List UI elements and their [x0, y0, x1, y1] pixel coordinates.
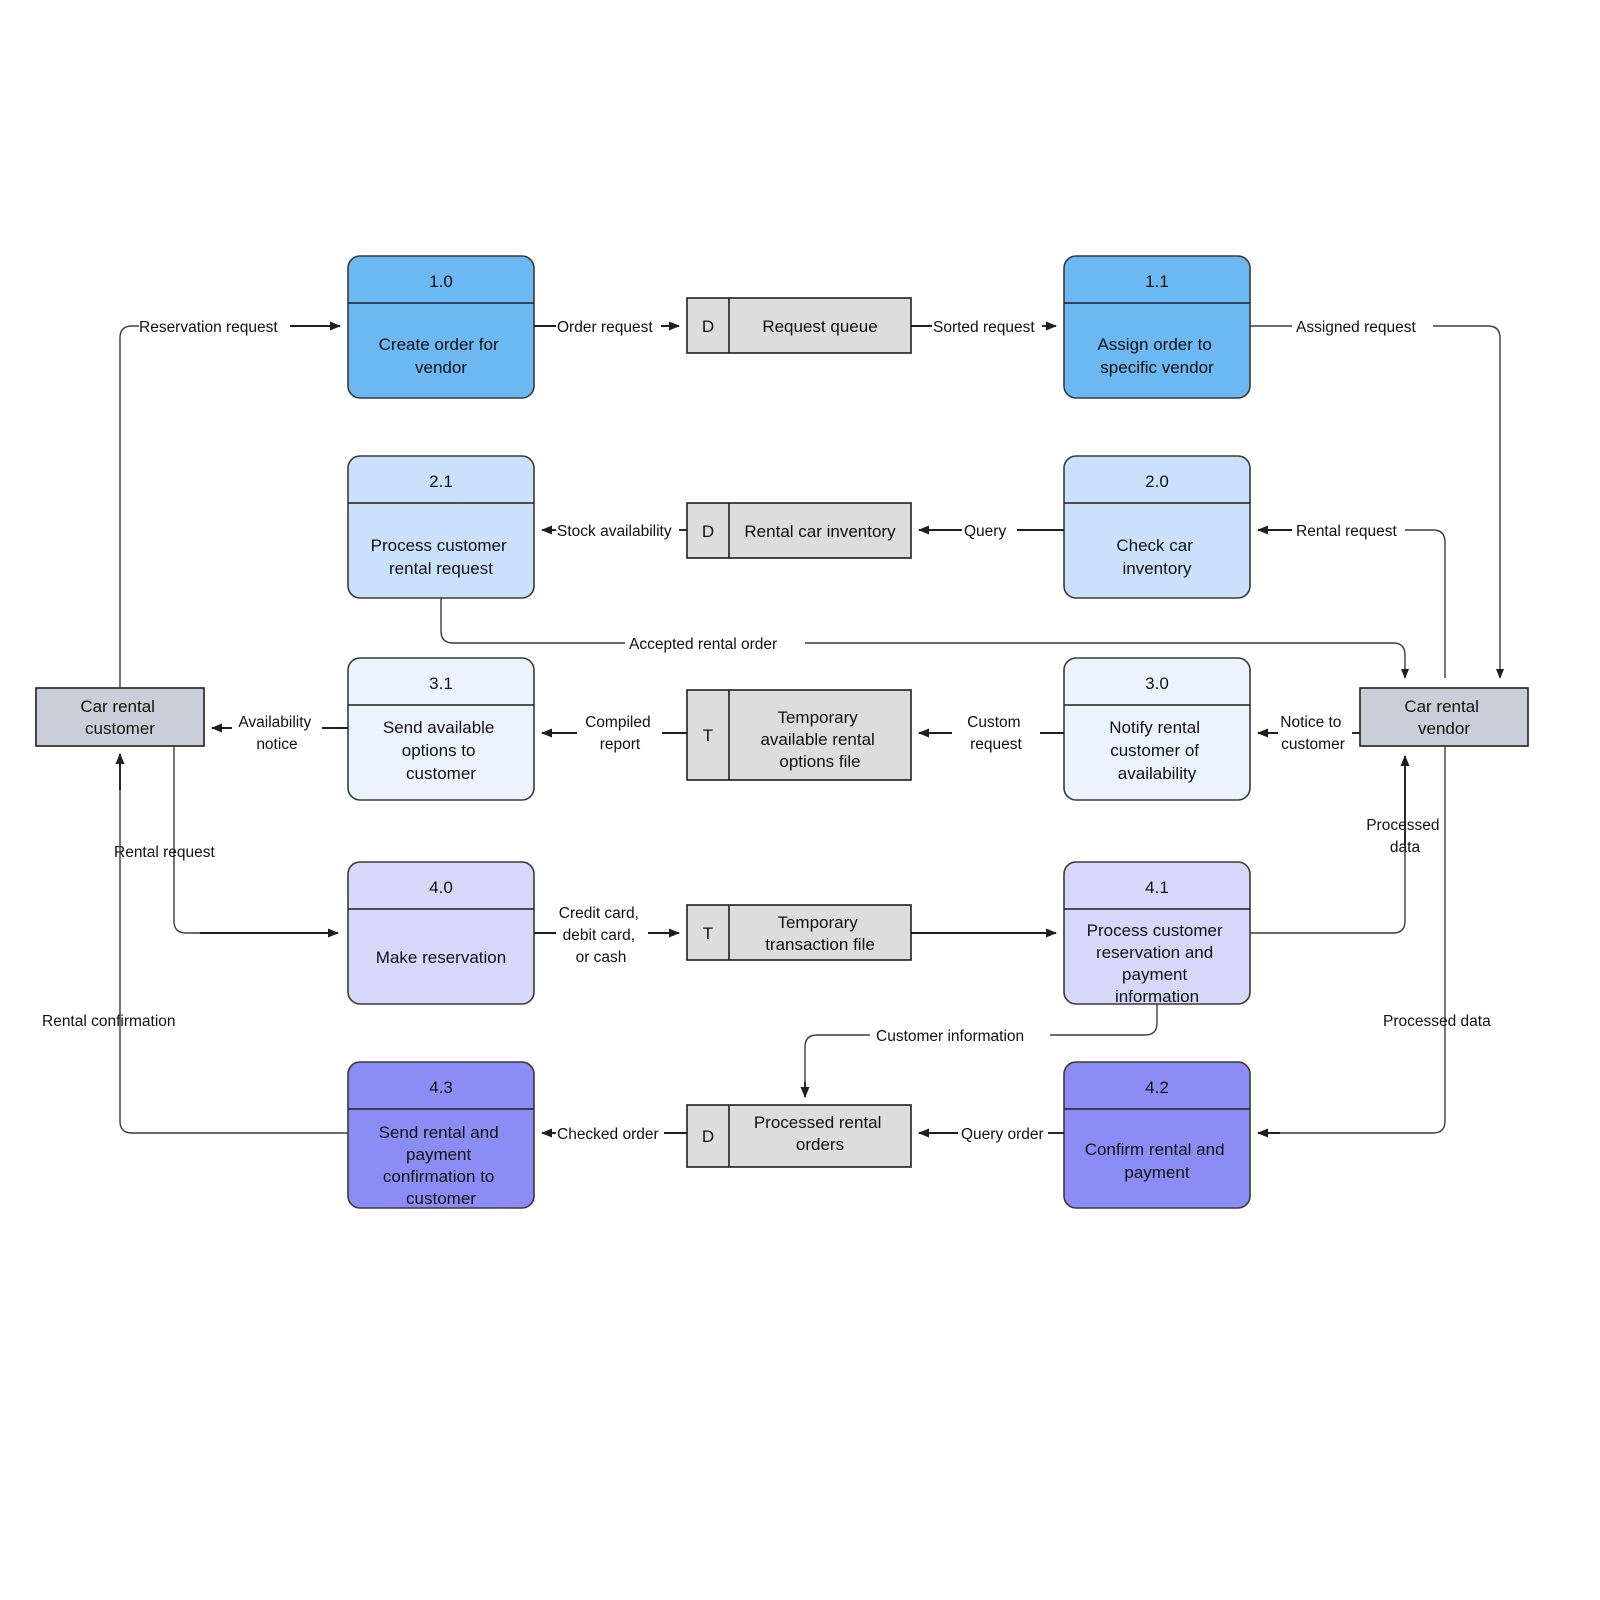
flow-rental-request-customer: Rental request [114, 746, 339, 938]
flow-label: Availability notice [238, 714, 315, 753]
flow-sorted-request: Sorted request [911, 319, 1057, 336]
process-1-0[interactable]: 1.0 Create order for vendor [347, 255, 535, 399]
process-4-0-label: Make reservation [376, 948, 506, 967]
flow-label: Custom request [967, 714, 1025, 753]
process-2-0-number: 2.0 [1145, 472, 1169, 491]
process-3-0[interactable]: 3.0 Notify rental customer of availabili… [1063, 657, 1251, 801]
process-2-1[interactable]: 2.1 Process customer rental request [347, 455, 535, 599]
flow-label: Processed data [1383, 1013, 1491, 1030]
flow-label: Assigned request [1296, 319, 1416, 336]
process-1-0-number: 1.0 [429, 272, 453, 291]
data-store-code: D [702, 317, 714, 336]
flow-processed-data-up: Processed data [1250, 755, 1439, 934]
data-store-temp-available-rental-options-file[interactable]: T Temporary available rental options fil… [686, 689, 912, 781]
dfd-svg: 1.0 Create order for vendor 1.1 Assign o… [35, 255, 1529, 1209]
external-entity-car-rental-customer[interactable]: Car rental customer [35, 687, 205, 747]
flow-notice-to-customer: Notice to customer [1257, 714, 1360, 753]
process-4-3-number: 4.3 [429, 1078, 453, 1097]
flow-custom-request: Custom request [918, 714, 1064, 753]
flow-label: Sorted request [933, 319, 1035, 336]
flow-query-order: Query order [918, 1126, 1064, 1143]
flow-label: Order request [557, 319, 653, 336]
flow-processed-data-down: Processed data [1257, 746, 1491, 1138]
flow-label: Checked order [557, 1126, 659, 1143]
flow-label: Reservation request [139, 319, 278, 336]
flow-label: Notice to customer [1280, 714, 1345, 753]
data-store-request-queue[interactable]: D Request queue [686, 297, 912, 354]
flow-label: Query order [961, 1126, 1044, 1143]
flow-rental-request-vendor: Rental request [1257, 523, 1446, 678]
flow-label: Stock availability [557, 523, 672, 540]
data-store-code: D [702, 1127, 714, 1146]
flow-label: Rental request [1296, 523, 1398, 540]
flow-label: Rental confirmation [42, 1013, 176, 1030]
flow-label: Accepted rental order [629, 636, 777, 653]
data-store-code: D [702, 522, 714, 541]
data-store-temp-transaction-file[interactable]: T Temporary transaction file [686, 904, 912, 961]
process-4-2[interactable]: 4.2 Confirm rental and payment [1063, 1061, 1251, 1209]
process-1-1-number: 1.1 [1145, 272, 1169, 291]
data-store-code: T [703, 924, 713, 943]
process-2-1-number: 2.1 [429, 472, 453, 491]
process-4-3[interactable]: 4.3 Send rental and payment confirmation… [347, 1061, 535, 1209]
flow-stock-availability: Stock availability [541, 523, 687, 540]
process-1-1[interactable]: 1.1 Assign order to specific vendor [1063, 255, 1251, 399]
process-3-1[interactable]: 3.1 Send available options to customer [347, 657, 535, 801]
flow-label: Compiled report [585, 714, 655, 753]
process-3-0-number: 3.0 [1145, 674, 1169, 693]
flow-payment-method: Credit card, debit card, or cash [534, 905, 680, 966]
flow-compiled-report: Compiled report [541, 714, 687, 753]
process-4-1[interactable]: 4.1 Process customer reservation and pay… [1063, 861, 1251, 1006]
process-4-2-number: 4.2 [1145, 1078, 1169, 1097]
flow-availability-notice: Availability notice [211, 714, 348, 753]
flow-rental-confirmation: Rental confirmation [42, 753, 348, 1134]
process-3-1-number: 3.1 [429, 674, 453, 693]
process-3-0-label: Notify rental customer of availability [1109, 718, 1204, 783]
data-store-code: T [703, 726, 713, 745]
flow-label: Credit card, debit card, or cash [559, 905, 643, 966]
flow-label: Rental request [114, 844, 216, 861]
flow-label: Customer information [876, 1028, 1024, 1045]
process-2-0[interactable]: 2.0 Check car inventory [1063, 455, 1251, 599]
flow-assigned-request: Assigned request [1250, 319, 1504, 679]
data-store-label: Request queue [762, 317, 877, 336]
process-4-0[interactable]: 4.0 Make reservation [347, 861, 535, 1005]
process-4-0-number: 4.0 [429, 878, 453, 897]
flow-label: Query [964, 523, 1006, 540]
flow-order-request: Order request [534, 319, 680, 336]
data-store-processed-rental-orders[interactable]: D Processed rental orders [686, 1104, 912, 1168]
diagram-canvas: 1.0 Create order for vendor 1.1 Assign o… [0, 0, 1600, 1600]
data-store-rental-car-inventory[interactable]: D Rental car inventory [686, 502, 912, 559]
external-entity-car-rental-vendor[interactable]: Car rental vendor [1359, 687, 1529, 747]
flow-checked-order: Checked order [541, 1126, 687, 1143]
flow-reservation-request: Reservation request [119, 319, 341, 688]
process-4-1-number: 4.1 [1145, 878, 1169, 897]
flow-query: Query [918, 523, 1064, 540]
flow-accepted-rental-order: Accepted rental order [440, 598, 1409, 679]
data-store-label: Rental car inventory [744, 522, 896, 541]
